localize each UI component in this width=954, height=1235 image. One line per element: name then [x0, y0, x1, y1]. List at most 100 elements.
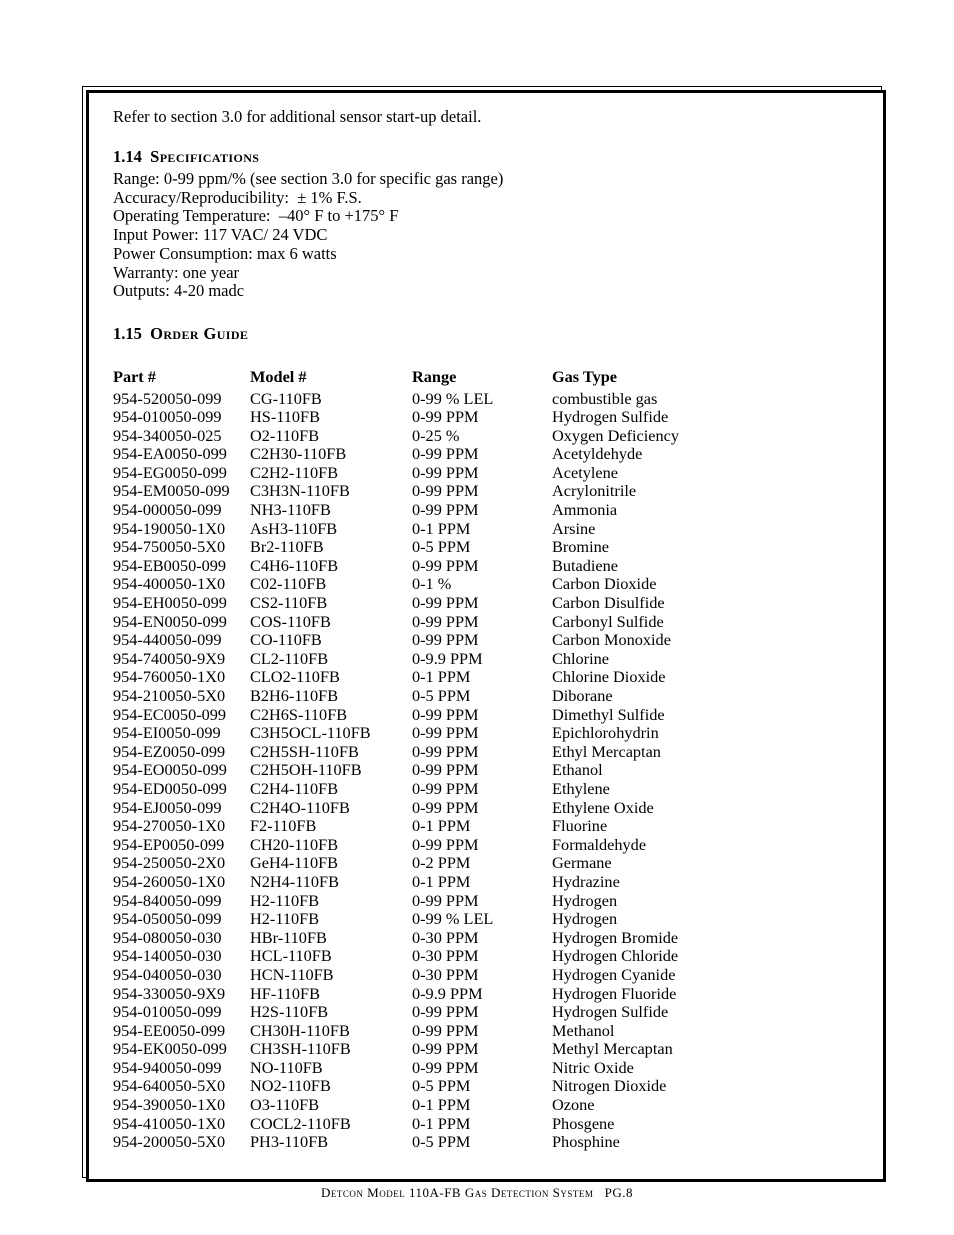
table-row: 954-200050-5X0 PH3-110FB 0-5 PPM Phosphine — [113, 1133, 733, 1152]
cell-model-number: C2H5OH-110FB — [250, 760, 362, 780]
table-row: 954-390050-1X0 O3-110FB 0-1 PPM Ozone — [113, 1095, 733, 1115]
cell-range: 0-99 PPM — [412, 593, 479, 613]
cell-model-number: CO-110FB — [250, 630, 322, 650]
cell-part-number: 954-520050-099 — [113, 388, 222, 408]
cell-range: 0-99 PPM — [412, 611, 479, 631]
cell-range: 0-1 PPM — [412, 1113, 471, 1133]
cell-gas-type: Nitrogen Dioxide — [552, 1076, 667, 1096]
cell-part-number: 954-190050-1X0 — [113, 518, 226, 538]
order-guide-heading-number: 1.15 — [113, 323, 142, 343]
cell-gas-type: Chlorine Dioxide — [552, 667, 666, 687]
cell-model-number: NO2-110FB — [250, 1076, 331, 1096]
cell-range: 0-30 PPM — [412, 964, 479, 984]
cell-model-number: HS-110FB — [250, 407, 320, 427]
table-row: 954-EB0050-099 C4H6-110FB 0-99 PPM Butadien… — [113, 555, 733, 576]
cell-part-number: 954-EM0050-099 — [113, 481, 230, 501]
cell-part-number: 954-260050-1X0 — [113, 871, 226, 891]
cell-part-number: 954-EP0050-099 — [113, 834, 225, 854]
cell-range: 0-99 PPM — [412, 407, 479, 427]
cell-model-number: GeH4-110FB — [250, 853, 339, 873]
cell-part-number: 954-390050-1X0 — [113, 1095, 226, 1115]
cell-part-number: 954-340050-025 — [113, 425, 222, 445]
cell-part-number: 954-EO0050-099 — [113, 760, 227, 780]
cell-range: 0-99 PPM — [412, 1020, 479, 1040]
table-row: 954-EK0050-099 CH3SH-110FB 0-99 PPM Methyl … — [113, 1040, 733, 1059]
cell-gas-type: Oxygen Deficiency — [552, 425, 680, 445]
cell-part-number: 954-000050-099 — [113, 500, 222, 520]
cell-range: 0-99 PPM — [412, 555, 479, 575]
table-row: 954-340050-025 O2-110FB 0-25 % Oxygen Defic… — [113, 425, 733, 446]
table-row: 954-250050-2X0 GeH4-110FB 0-2 PPM Germane — [113, 854, 733, 873]
cell-model-number: C3H3N-110FB — [250, 481, 350, 501]
cell-model-number: C2H5SH-110FB — [250, 741, 359, 761]
table-row: 954-EJ0050-099 C2H4O-110FB 0-99 PPM Ethylen… — [113, 797, 733, 818]
table-row: 954-520050-099 CG-110FB 0-99 % LEL combusti… — [113, 388, 733, 409]
cell-model-number: HF-110FB — [250, 983, 320, 1003]
table-row: 954-190050-1X0 AsH3-110FB 0-1 PPM Arsine — [113, 518, 733, 539]
cell-gas-type: Arsine — [552, 518, 596, 538]
cell-model-number: CS2-110FB — [250, 593, 328, 613]
order-guide-heading-title: Order Guide — [150, 323, 249, 343]
cell-model-number: C2H30-110FB — [250, 444, 347, 464]
cell-gas-type: Chlorine — [552, 648, 609, 668]
table-row: 954-410050-1X0 COCL2-110FB 0-1 PPM Phosgene — [113, 1113, 733, 1134]
cell-model-number: F2-110FB — [250, 816, 317, 836]
cell-model-number: CLO2-110FB — [250, 667, 340, 687]
table-row: 954-940050-099 NO-110FB 0-99 PPM Nitric Oxi… — [113, 1058, 733, 1078]
cell-gas-type: Ethylene — [552, 778, 610, 798]
cell-part-number: 954-EB0050-099 — [113, 555, 227, 575]
spec-item: Accuracy/Reproducibility: ± 1% F.S. — [113, 187, 362, 207]
cell-gas-type: Bromine — [552, 537, 609, 557]
table-row: 954-400050-1X0 C02-110FB 0-1 % Carbon Dioxi… — [113, 575, 733, 594]
cell-model-number: N2H4-110FB — [250, 871, 339, 891]
order-guide-table-body: 954-520050-099 CG-110FB 0-99 % LEL combusti… — [113, 388, 733, 1152]
cell-part-number: 954-050050-099 — [113, 909, 222, 929]
cell-model-number: C02-110FB — [250, 574, 327, 594]
table-row: 954-080050-030 HBr-110FB 0-30 PPM Hydrogen … — [113, 928, 733, 948]
cell-part-number: 954-140050-030 — [113, 946, 222, 966]
cell-gas-type: Methanol — [552, 1020, 615, 1040]
cell-part-number: 954-EA0050-099 — [113, 444, 227, 464]
column-header-range: Range — [412, 366, 457, 386]
cell-range: 0-99 PPM — [412, 797, 479, 817]
table-row: 954-210050-5X0 B2H6-110FB 0-5 PPM Diborane — [113, 686, 733, 706]
cell-model-number: COCL2-110FB — [250, 1113, 351, 1133]
cell-part-number: 954-440050-099 — [113, 630, 222, 650]
table-row: 954-010050-099 HS-110FB 0-99 PPM Hydrogen S… — [113, 408, 733, 427]
cell-model-number: H2S-110FB — [250, 1002, 329, 1022]
cell-part-number: 954-740050-9X9 — [113, 648, 226, 668]
table-row: 954-EN0050-099 COS-110FB 0-99 PPM Carbonyl … — [113, 611, 733, 632]
cell-gas-type: Formaldehyde — [552, 834, 647, 854]
table-row: 954-ED0050-099 C2H4-110FB 0-99 PPM Ethylene — [113, 778, 733, 799]
cell-gas-type: Carbon Monoxide — [552, 630, 671, 650]
cell-gas-type: Acetylene — [552, 462, 618, 482]
cell-range: 0-99 PPM — [412, 444, 479, 464]
cell-part-number: 954-EJ0050-099 — [113, 797, 222, 817]
cell-range: 0-30 PPM — [412, 946, 479, 966]
cell-range: 0-99 PPM — [412, 500, 479, 520]
cell-gas-type: Ozone — [552, 1095, 595, 1115]
cell-range: 0-5 PPM — [412, 537, 471, 557]
spec-item: Power Consumption: max 6 watts — [113, 243, 337, 263]
table-row: 954-040050-030 HCN-110FB 0-30 PPM Hydrogen … — [113, 964, 733, 985]
cell-range: 0-99 % LEL — [412, 388, 494, 408]
cell-range: 0-9.9 PPM — [412, 983, 483, 1003]
cell-part-number: 954-200050-5X0 — [113, 1132, 226, 1152]
cell-range: 0-1 PPM — [412, 518, 471, 538]
cell-gas-type: Acrylonitrile — [552, 481, 637, 501]
cell-gas-type: Butadiene — [552, 555, 619, 575]
cell-range: 0-99 PPM — [412, 704, 479, 724]
spec-item: Input Power: 117 VAC/ 24 VDC — [113, 225, 328, 245]
specifications-heading-number: 1.14 — [113, 147, 142, 166]
cell-model-number: Br2-110FB — [250, 537, 324, 557]
cell-range: 0-99 PPM — [412, 1002, 479, 1022]
cell-range: 0-99 PPM — [412, 778, 479, 798]
spec-item: Operating Temperature: –40° F to +175° F — [113, 206, 399, 226]
cell-gas-type: Germane — [552, 853, 612, 873]
page-content: Refer to section 3.0 for additional sens… — [113, 106, 873, 1152]
cell-model-number: C2H4O-110FB — [250, 797, 350, 817]
table-row: 954-760050-1X0 CLO2-110FB 0-1 PPM Chlorine … — [113, 668, 733, 687]
cell-gas-type: Ethanol — [552, 760, 603, 780]
cell-range: 0-99 % LEL — [412, 909, 494, 929]
table-row: 954-EC0050-099 C2H6S-110FB 0-99 PPM Dimethy… — [113, 704, 733, 725]
